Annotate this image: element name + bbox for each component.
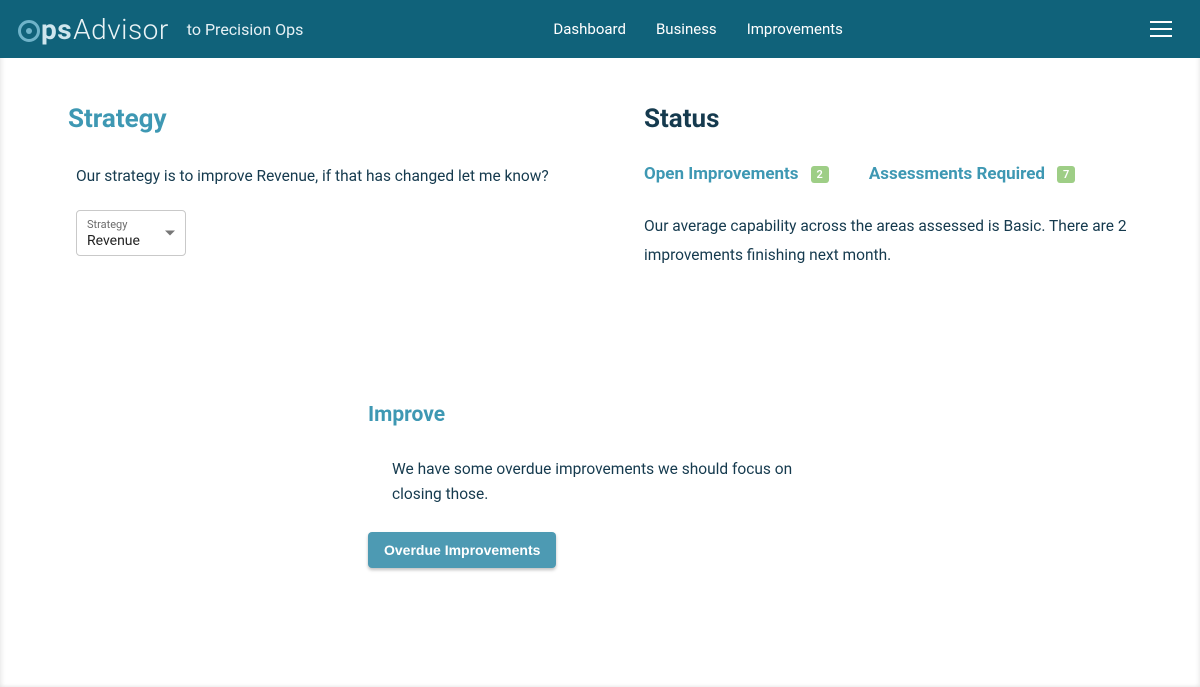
nav-improvements[interactable]: Improvements bbox=[747, 20, 843, 38]
strategy-select-value: Revenue bbox=[87, 233, 175, 249]
tagline: to Precision Ops bbox=[187, 20, 304, 39]
strategy-select-label: Strategy bbox=[87, 218, 175, 231]
status-title: Status bbox=[644, 104, 1132, 134]
nav-business[interactable]: Business bbox=[656, 20, 717, 38]
status-metrics-row: Open Improvements 2 Assessments Required… bbox=[644, 164, 1132, 184]
logo-o-icon bbox=[18, 20, 40, 42]
hamburger-menu-icon[interactable] bbox=[1150, 21, 1172, 37]
strategy-text: Our strategy is to improve Revenue, if t… bbox=[68, 164, 608, 188]
assessments-required-count: 7 bbox=[1057, 166, 1075, 183]
strategy-title: Strategy bbox=[68, 104, 608, 134]
chevron-down-icon bbox=[165, 231, 175, 236]
improve-title: Improve bbox=[368, 403, 868, 427]
nav-dashboard[interactable]: Dashboard bbox=[553, 20, 626, 38]
overdue-improvements-button[interactable]: Overdue Improvements bbox=[368, 532, 556, 568]
logo-ops-text: ps bbox=[41, 13, 72, 46]
open-improvements-count: 2 bbox=[811, 166, 829, 183]
status-section: Status Open Improvements 2 Assessments R… bbox=[644, 104, 1132, 293]
app-header: ps Advisor to Precision Ops Dashboard Bu… bbox=[0, 0, 1200, 58]
main-nav: Dashboard Business Improvements bbox=[553, 20, 843, 38]
improve-text: We have some overdue improvements we sho… bbox=[392, 457, 842, 507]
open-improvements-label[interactable]: Open Improvements bbox=[644, 164, 799, 184]
assessments-required-label[interactable]: Assessments Required bbox=[869, 164, 1045, 184]
strategy-select[interactable]: Strategy Revenue bbox=[76, 210, 186, 256]
strategy-section: Strategy Our strategy is to improve Reve… bbox=[68, 104, 608, 293]
logo-advisor-text: Advisor bbox=[73, 13, 169, 46]
app-logo: ps Advisor bbox=[18, 13, 169, 46]
improve-section: Improve We have some overdue improvement… bbox=[368, 403, 868, 569]
status-text: Our average capability across the areas … bbox=[644, 212, 1132, 271]
